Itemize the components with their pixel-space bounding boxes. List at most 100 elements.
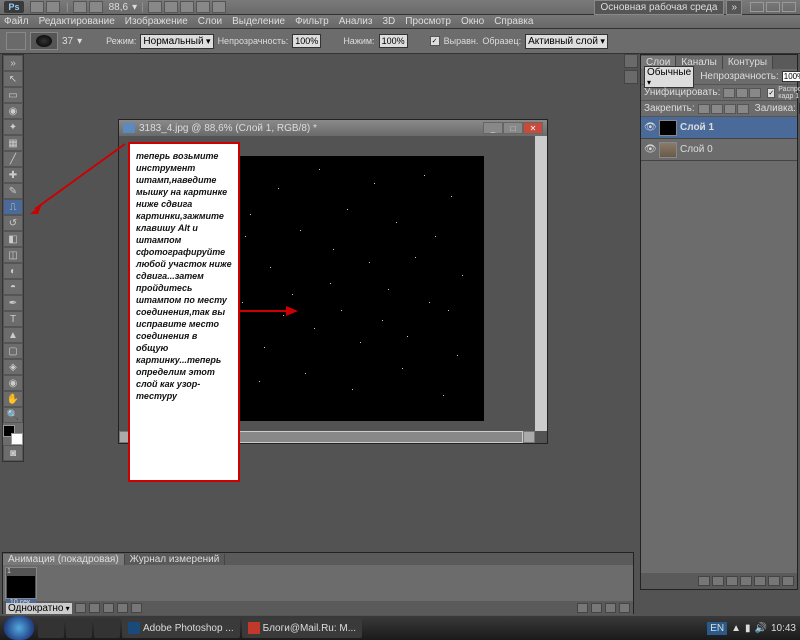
window-restore-icon[interactable]: [766, 2, 780, 12]
sample-select[interactable]: Активный слой ▾: [525, 34, 608, 49]
convert-timeline-icon[interactable]: [619, 603, 630, 613]
hand-tool[interactable]: ✋: [3, 391, 23, 407]
pen-tool[interactable]: ✒: [3, 295, 23, 311]
workspace-switcher[interactable]: Основная рабочая среда: [594, 0, 725, 15]
lock-trans-icon[interactable]: [698, 104, 710, 114]
zoom-value[interactable]: 88,6: [109, 2, 128, 13]
dodge-tool[interactable]: ◓: [3, 279, 23, 295]
menu-view[interactable]: Просмотр: [405, 16, 451, 27]
view-grid-icon[interactable]: [89, 1, 103, 13]
layer-thumbnail[interactable]: [659, 142, 677, 158]
blend-mode-select[interactable]: Обычные ▾: [644, 66, 694, 88]
bridge-icon[interactable]: [30, 1, 44, 13]
type-tool[interactable]: T: [3, 311, 23, 327]
layer-name[interactable]: Слой 0: [680, 144, 713, 155]
duplicate-frame-icon[interactable]: [591, 603, 602, 613]
blur-tool[interactable]: ◐: [3, 263, 23, 279]
visibility-icon[interactable]: 👁: [644, 144, 656, 155]
menu-file[interactable]: Файл: [4, 16, 29, 27]
visibility-icon[interactable]: 👁: [644, 122, 656, 133]
layer-name[interactable]: Слой 1: [680, 122, 714, 133]
link-layers-icon[interactable]: [698, 576, 710, 586]
taskbar-app-photoshop[interactable]: Adobe Photoshop ...: [122, 618, 240, 638]
lock-pixels-icon[interactable]: [711, 104, 723, 114]
tray-network-icon[interactable]: ▮: [745, 623, 751, 634]
vertical-scrollbar[interactable]: [535, 136, 547, 431]
wand-tool[interactable]: ✦: [3, 119, 23, 135]
pressure-opacity-icon[interactable]: [325, 34, 339, 48]
delete-layer-icon[interactable]: [782, 576, 794, 586]
layer-row[interactable]: 👁 Слой 0: [641, 139, 797, 161]
pinned-explorer-icon[interactable]: [66, 618, 92, 638]
brush-dropdown-icon[interactable]: ▾: [77, 36, 82, 47]
window-close-icon[interactable]: [782, 2, 796, 12]
propagate-checkbox[interactable]: ✓: [767, 88, 775, 98]
menu-layer[interactable]: Слои: [198, 16, 222, 27]
blend-mode-select[interactable]: Нормальный ▾: [140, 34, 213, 49]
zoom-tool[interactable]: 🔍: [3, 407, 23, 423]
arrange-icon[interactable]: [196, 1, 210, 13]
tool-preset-icon[interactable]: [6, 32, 26, 50]
tab-animation[interactable]: Анимация (покадровая): [3, 554, 125, 565]
loop-select[interactable]: Однократно ▾: [6, 603, 72, 614]
language-indicator[interactable]: EN: [707, 622, 727, 635]
menu-3d[interactable]: 3D: [382, 16, 395, 27]
document-titlebar[interactable]: 3183_4.jpg @ 88,6% (Слой 1, RGB/8) * _ □…: [119, 120, 547, 136]
lock-all-icon[interactable]: [737, 104, 749, 114]
doc-minimize-icon[interactable]: _: [483, 122, 503, 134]
opacity-input[interactable]: 100%: [292, 34, 321, 48]
doc-maximize-icon[interactable]: □: [503, 122, 523, 134]
unify-vis-icon[interactable]: [736, 88, 748, 98]
taskbar-app-opera[interactable]: Блоги@Mail.Ru: М...: [242, 618, 362, 638]
3d-tool[interactable]: ◈: [3, 359, 23, 375]
unify-pos-icon[interactable]: [723, 88, 735, 98]
opacity-input[interactable]: 100%: [782, 71, 800, 82]
menu-window[interactable]: Окно: [461, 16, 484, 27]
menu-analysis[interactable]: Анализ: [339, 16, 373, 27]
3dcam-tool[interactable]: ◉: [3, 375, 23, 391]
tray-volume-icon[interactable]: 🔊: [755, 623, 767, 634]
brush-panel-icon[interactable]: [86, 33, 102, 49]
eraser-tool[interactable]: ◧: [3, 231, 23, 247]
rotate-icon[interactable]: [180, 1, 194, 13]
pressure-size-icon[interactable]: [630, 34, 644, 48]
hand-icon[interactable]: [148, 1, 162, 13]
menu-edit[interactable]: Редактирование: [39, 16, 115, 27]
toolbox-handle[interactable]: »: [3, 55, 23, 71]
next-frame-icon[interactable]: [117, 603, 128, 613]
brush-tool[interactable]: ✎: [3, 183, 23, 199]
play-icon[interactable]: [103, 603, 114, 613]
eyedropper-tool[interactable]: ╱: [3, 151, 23, 167]
background-swatch[interactable]: [11, 433, 23, 445]
quickmask-tool[interactable]: ◙: [3, 445, 23, 461]
tab-paths[interactable]: Контуры: [723, 56, 773, 69]
layer-mask-icon[interactable]: [726, 576, 738, 586]
adjustment-layer-icon[interactable]: [740, 576, 752, 586]
menu-help[interactable]: Справка: [494, 16, 533, 27]
minibridge-icon[interactable]: [46, 1, 60, 13]
clone-stamp-tool[interactable]: ⎍: [3, 199, 23, 215]
unify-style-icon[interactable]: [749, 88, 761, 98]
frame-1[interactable]: 1 10 сек.: [5, 567, 37, 599]
menu-image[interactable]: Изображение: [125, 16, 188, 27]
flow-input[interactable]: 100%: [379, 34, 408, 48]
shape-tool[interactable]: ▢: [3, 343, 23, 359]
layer-fx-icon[interactable]: [712, 576, 724, 586]
prev-frame-icon[interactable]: [89, 603, 100, 613]
workspace-more-icon[interactable]: »: [726, 0, 742, 15]
zoom-dropdown-icon[interactable]: ▾: [132, 2, 137, 13]
zoom-icon[interactable]: [164, 1, 178, 13]
lasso-tool[interactable]: ◉: [3, 103, 23, 119]
tab-measurement[interactable]: Журнал измерений: [125, 554, 226, 565]
view-extras-icon[interactable]: [73, 1, 87, 13]
pinned-media-icon[interactable]: [94, 618, 120, 638]
clock[interactable]: 10:43: [771, 623, 796, 634]
screenmode-icon[interactable]: [212, 1, 226, 13]
marquee-tool[interactable]: ▭: [3, 87, 23, 103]
doc-close-icon[interactable]: ✕: [523, 122, 543, 134]
dock-icon[interactable]: [624, 70, 638, 84]
airbrush-icon[interactable]: [412, 34, 426, 48]
crop-tool[interactable]: ▦: [3, 135, 23, 151]
scroll-right-icon[interactable]: [523, 431, 535, 443]
dock-icon[interactable]: [624, 54, 638, 68]
